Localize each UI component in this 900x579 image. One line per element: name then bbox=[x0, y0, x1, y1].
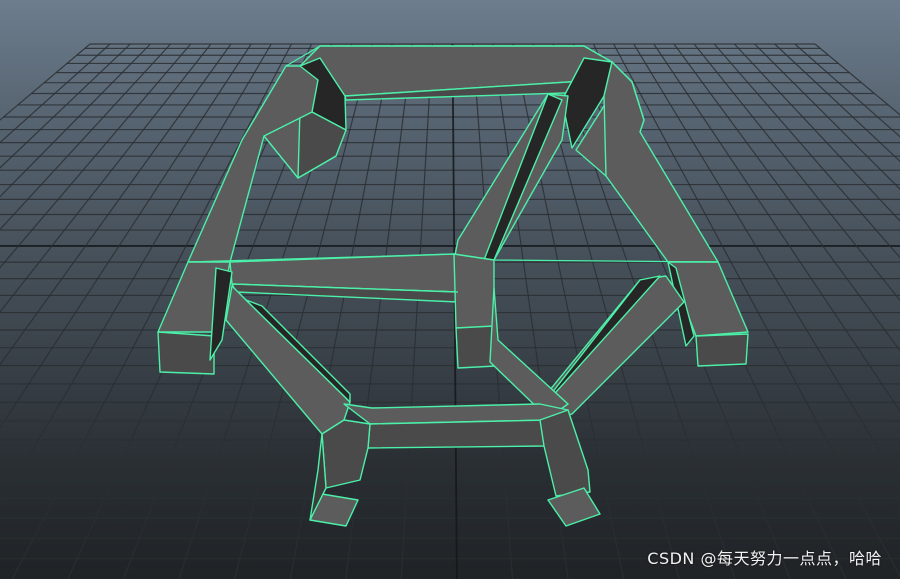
watermark-text: CSDN @每天努力一点点，哈哈 bbox=[647, 549, 882, 568]
scene-canvas[interactable] bbox=[0, 0, 900, 579]
center-post-top[interactable] bbox=[453, 253, 495, 329]
lower-front-rail-front[interactable] bbox=[367, 419, 549, 449]
ground-grid bbox=[0, 43, 900, 579]
front-left-post[interactable] bbox=[157, 331, 215, 375]
right-side-rail[interactable] bbox=[603, 61, 719, 263]
front-right-post[interactable] bbox=[695, 333, 749, 367]
lower-right-leg[interactable] bbox=[539, 409, 591, 497]
lower-center-strut[interactable] bbox=[489, 287, 569, 419]
diagonal-brace-edge[interactable] bbox=[483, 93, 563, 261]
3d-viewport[interactable]: CSDN @每天努力一点点，哈哈 bbox=[0, 0, 900, 579]
lower-left-leg[interactable] bbox=[321, 419, 371, 489]
